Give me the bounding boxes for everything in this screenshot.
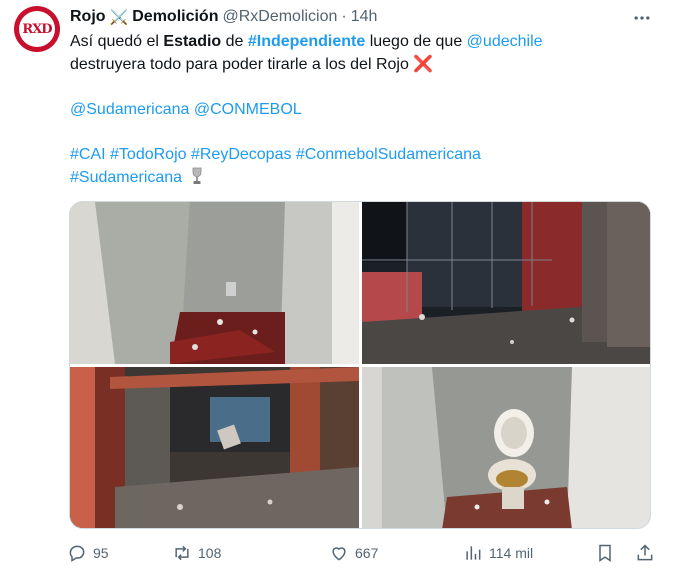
text-bold-estadio: Estadio	[163, 33, 222, 50]
like-count: 667	[355, 545, 379, 561]
heart-icon	[332, 547, 346, 561]
like-button[interactable]: 667	[329, 540, 378, 566]
photo-2[interactable]	[362, 202, 650, 364]
avatar-logo: RXD	[19, 11, 55, 47]
text-fragment: luego de que	[365, 33, 467, 50]
hashtag-link[interactable]: #Sudamericana	[70, 169, 182, 186]
photo-1-image	[70, 202, 359, 364]
avatar[interactable]: RXD	[14, 6, 60, 52]
tweet-text: Así quedó el Estadio de #Independiente l…	[70, 30, 650, 189]
photo-2-image	[362, 202, 650, 364]
tweet-line-2: destruyera todo para poder tirarle a los…	[70, 53, 650, 76]
author-handle[interactable]: @RxDemolicion	[222, 8, 337, 26]
photo-4[interactable]	[362, 367, 650, 528]
cross-mark-icon: ❌	[413, 56, 434, 73]
author-name-suffix[interactable]: Demolición	[132, 8, 218, 26]
repost-icon	[175, 545, 189, 561]
tweet-actions: 95 108 667 114 mil	[67, 540, 657, 566]
photo-3-image	[70, 367, 359, 528]
tweet-header: Rojo ⚔️ Demolición @RxDemolicion · 14h	[70, 6, 377, 28]
photo-3[interactable]	[70, 367, 359, 528]
more-options-button[interactable]	[628, 4, 656, 32]
trophy-icon	[192, 167, 201, 184]
share-icon	[637, 544, 653, 561]
hashtags-line-1[interactable]: #CAI #TodoRojo #ReyDecopas #ConmebolSuda…	[70, 143, 650, 166]
author-name[interactable]: Rojo	[70, 8, 106, 26]
views-count: 114 mil	[489, 545, 534, 561]
text-fragment: de	[221, 33, 248, 50]
separator-dot: ·	[341, 8, 347, 25]
hashtag-link[interactable]: #Independiente	[248, 33, 365, 50]
reply-count: 95	[93, 545, 109, 561]
bookmark-button[interactable]	[595, 540, 615, 566]
media-grid	[69, 201, 651, 529]
text-fragment: Así quedó el	[70, 33, 164, 50]
swords-emoji-icon: ⚔️	[109, 9, 129, 26]
reply-icon	[69, 545, 85, 562]
more-horizontal-icon	[634, 16, 650, 20]
avatar-text: RXD	[22, 21, 52, 37]
views-button[interactable]: 114 mil	[463, 540, 533, 566]
repost-count: 108	[198, 545, 222, 561]
tweet-timestamp[interactable]: 14h	[351, 8, 378, 26]
text-fragment: destruyera todo para poder tirarle a los…	[70, 56, 409, 73]
mentions-link[interactable]: @Sudamericana @CONMEBOL	[70, 98, 650, 121]
reply-button[interactable]: 95	[67, 540, 109, 566]
photo-4-image	[362, 367, 650, 528]
share-button[interactable]	[635, 540, 655, 566]
tweet-line-1: Así quedó el Estadio de #Independiente l…	[70, 30, 650, 53]
bookmark-icon	[599, 544, 611, 562]
hashtags-line-2: #Sudamericana	[70, 166, 650, 189]
photo-1[interactable]	[70, 202, 359, 364]
mention-link[interactable]: @udechile	[467, 33, 543, 50]
views-icon	[466, 546, 481, 560]
repost-button[interactable]: 108	[172, 540, 221, 566]
tweet[interactable]: RXD Rojo ⚔️ Demolición @RxDemolicion · 1…	[0, 0, 680, 569]
